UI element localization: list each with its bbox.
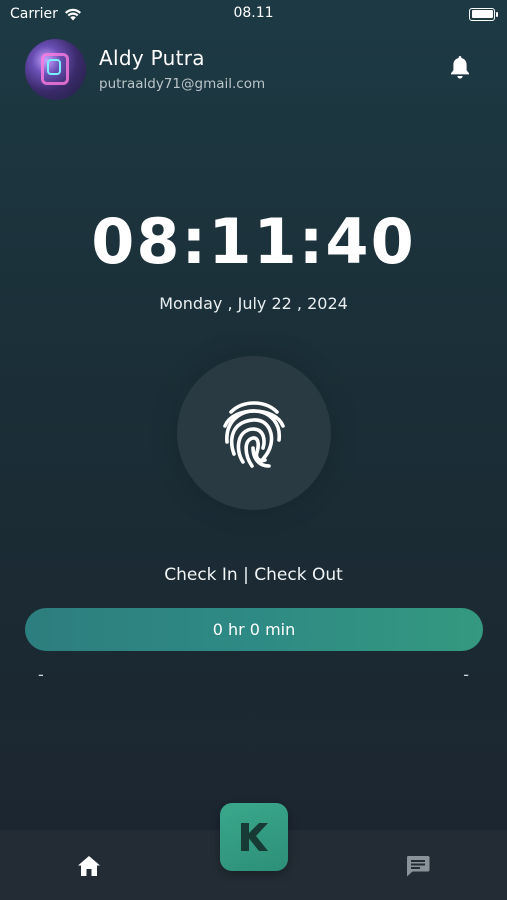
check-out-time: -: [463, 665, 469, 684]
chat-icon[interactable]: [405, 854, 431, 878]
profile-header: Aldy Putra putraaldy71@gmail.com: [25, 38, 472, 100]
user-name: Aldy Putra: [99, 46, 205, 70]
clock-time: 08:11:40: [91, 205, 416, 278]
wifi-icon: [64, 8, 81, 20]
home-icon[interactable]: [76, 854, 102, 878]
work-duration-text: 0 hr 0 min: [212, 620, 296, 639]
user-email: putraaldy71@gmail.com: [99, 76, 266, 92]
status-bar: Carrier: [0, 0, 507, 28]
avatar[interactable]: [25, 38, 86, 100]
check-in-time: -: [38, 665, 44, 684]
bell-icon[interactable]: [448, 54, 472, 80]
battery-icon: [469, 7, 498, 21]
k-logo-icon: [241, 823, 268, 851]
k-logo-button[interactable]: [220, 803, 288, 871]
clock-date: Monday , July 22 , 2024: [159, 294, 348, 313]
status-left: Carrier: [10, 6, 82, 22]
check-in-out-label: Check In | Check Out: [164, 565, 343, 585]
battery-level: [471, 10, 493, 18]
fingerprint-icon: [223, 401, 285, 468]
work-duration-bar: 0 hr 0 min: [25, 608, 483, 651]
fingerprint-button[interactable]: [177, 356, 331, 510]
carrier-label: Carrier: [10, 6, 58, 22]
user-info: Aldy Putra putraaldy71@gmail.com: [99, 46, 265, 92]
